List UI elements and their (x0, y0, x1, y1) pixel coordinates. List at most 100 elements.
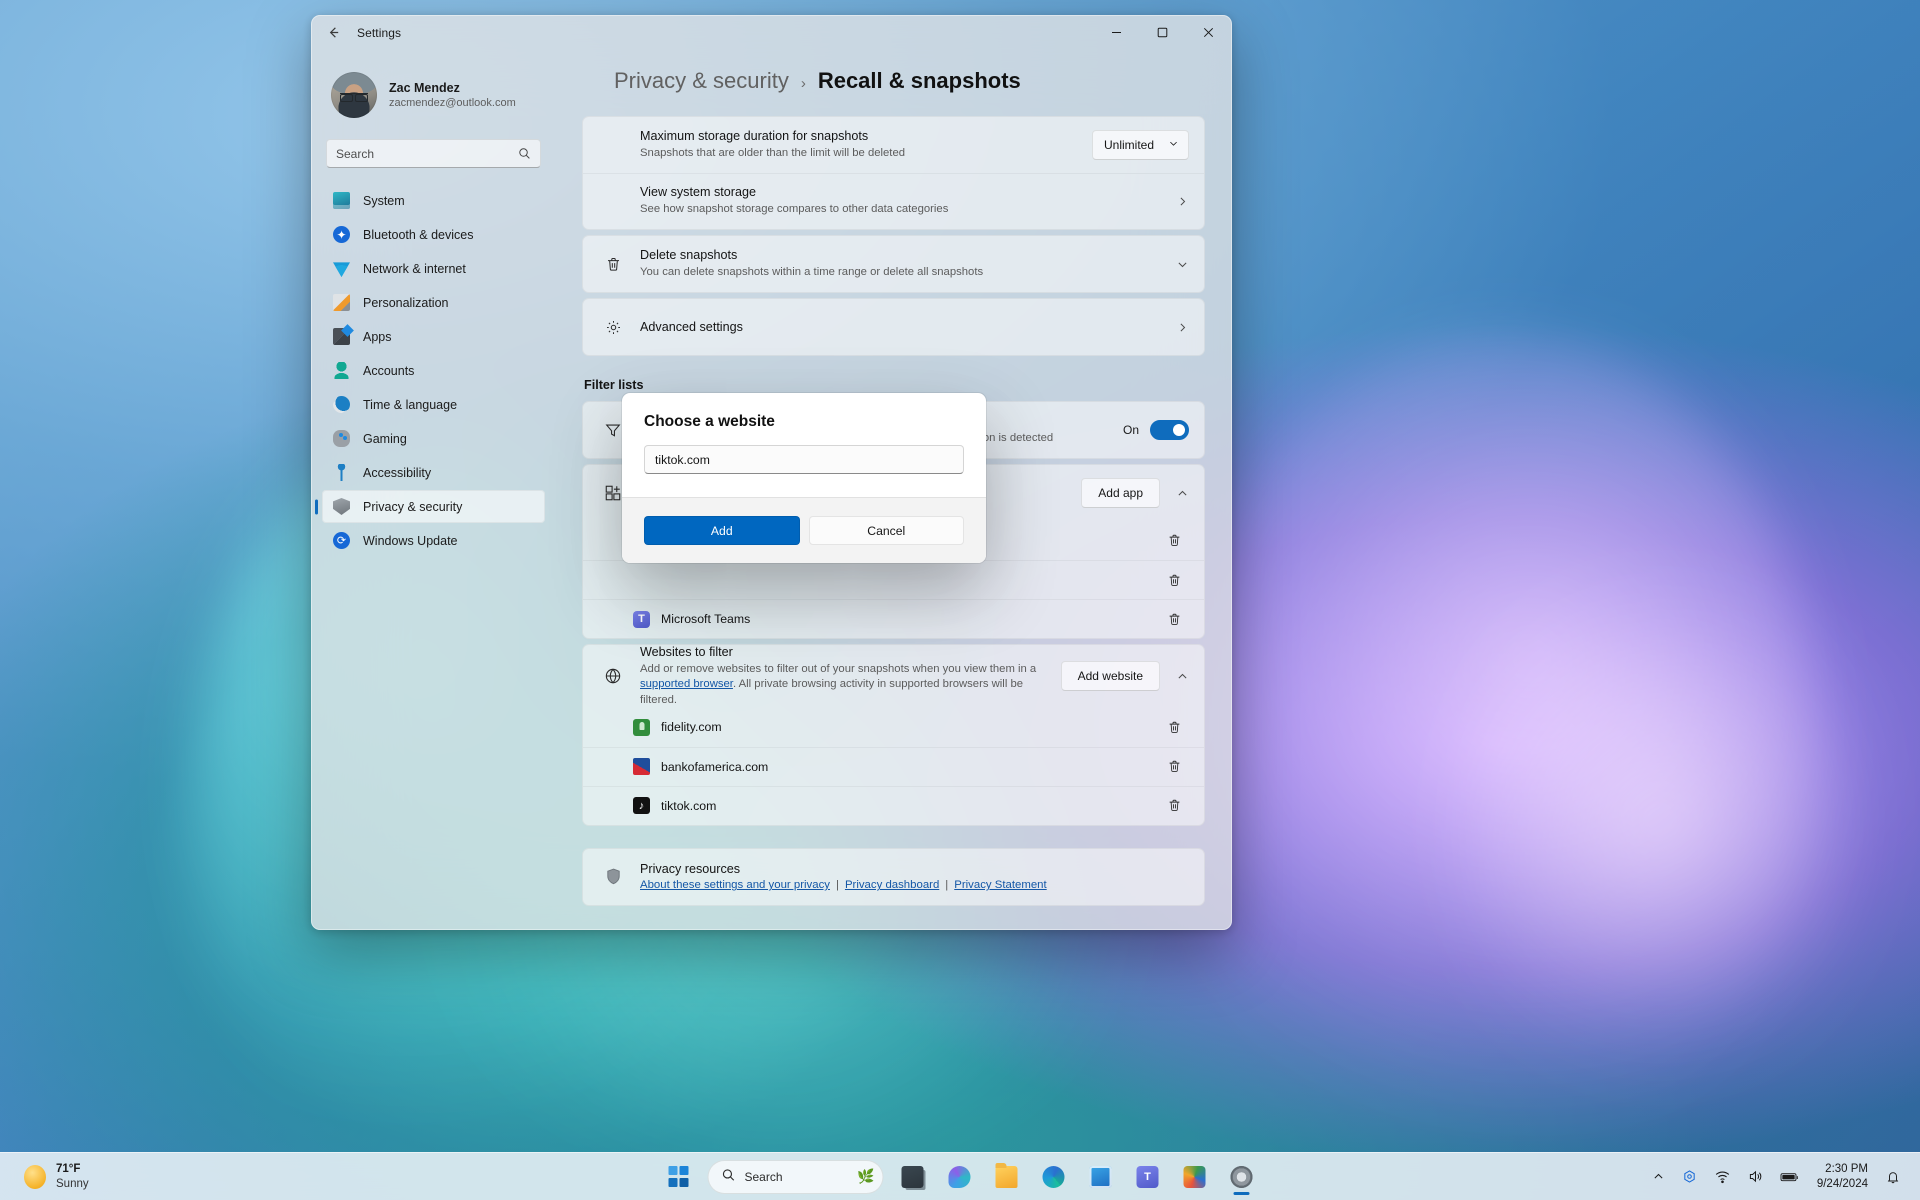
delete-website-button[interactable] (1159, 712, 1189, 742)
search-icon (518, 147, 531, 160)
settings-taskbar-button[interactable] (1221, 1157, 1263, 1197)
task-view-button[interactable] (892, 1157, 934, 1197)
add-website-button[interactable]: Add website (1060, 661, 1160, 692)
privacy-resources-links: About these settings and your privacy | … (640, 879, 1189, 891)
sidebar-item-personalization[interactable]: Personalization (322, 286, 545, 319)
chevron-up-icon[interactable] (1176, 670, 1189, 683)
row-title: View system storage (640, 185, 756, 200)
about-settings-privacy-link[interactable]: About these settings and your privacy (640, 879, 830, 891)
taskbar: 71°F Sunny Search 🌿 T 2:30 PM 9/24/2024 (0, 1152, 1920, 1200)
network-icon[interactable] (1707, 1157, 1738, 1197)
file-explorer-button[interactable] (986, 1157, 1028, 1197)
account-card[interactable]: Zac Mendez zacmendez@outlook.com (322, 61, 545, 123)
add-app-button[interactable]: Add app (1081, 478, 1160, 508)
edge-icon (1042, 1165, 1065, 1188)
delete-app-button[interactable] (1159, 526, 1189, 556)
start-icon (668, 1166, 689, 1187)
list-item[interactable]: fidelity.com (583, 708, 1204, 747)
clock-icon (333, 396, 350, 413)
view-system-storage-row[interactable]: View system storage See how snapshot sto… (583, 173, 1204, 229)
breadcrumb: Privacy & security › Recall & snapshots (581, 49, 1213, 116)
sidebar-item-gaming[interactable]: Gaming (322, 422, 545, 455)
website-input[interactable] (644, 445, 964, 474)
battery-icon[interactable] (1773, 1157, 1807, 1197)
settings-icon (1230, 1165, 1253, 1188)
privacy-resources-row: Privacy resources About these settings a… (583, 849, 1204, 905)
list-item-label: Microsoft Teams (661, 612, 751, 626)
cancel-button[interactable]: Cancel (808, 516, 964, 545)
advanced-settings-row[interactable]: Advanced settings (583, 299, 1204, 355)
sidebar-item-accessibility[interactable]: Accessibility (322, 456, 545, 489)
volume-icon[interactable] (1740, 1157, 1771, 1197)
sidebar-search-box[interactable] (326, 139, 541, 168)
row-title: Advanced settings (640, 320, 743, 334)
sidebar-item-accounts[interactable]: Accounts (322, 354, 545, 387)
delete-snapshots-row[interactable]: Delete snapshots You can delete snapshot… (583, 236, 1204, 292)
trash-icon (602, 256, 624, 273)
office-icon (1183, 1165, 1206, 1188)
copilot-button[interactable] (939, 1157, 981, 1197)
sidebar-item-time-language[interactable]: Time & language (322, 388, 545, 421)
max-storage-duration-dropdown[interactable]: Unlimited (1092, 130, 1189, 160)
notification-bell-icon[interactable] (1878, 1157, 1908, 1197)
sidebar-item-network-internet[interactable]: Network & internet (322, 252, 545, 285)
dialog-title: Choose a website (644, 413, 775, 430)
chevron-down-icon (1168, 138, 1179, 152)
account-email: zacmendez@outlook.com (389, 97, 516, 109)
close-button[interactable] (1185, 16, 1231, 49)
back-button[interactable] (318, 18, 348, 48)
sidebar-item-bluetooth-devices[interactable]: ✦ Bluetooth & devices (322, 218, 545, 251)
privacy-statement-link[interactable]: Privacy Statement (954, 879, 1046, 891)
sidebar-item-apps[interactable]: Apps (322, 320, 545, 353)
privacy-dashboard-link[interactable]: Privacy dashboard (845, 879, 939, 891)
list-item[interactable]: bankofamerica.com (583, 746, 1204, 786)
minimize-button[interactable] (1093, 16, 1139, 49)
shield-icon (602, 867, 624, 886)
list-item[interactable]: T Microsoft Teams (583, 599, 1204, 638)
maximize-button[interactable] (1139, 16, 1185, 49)
websites-to-filter-card: Websites to filter Add or remove website… (582, 644, 1205, 826)
list-item-label: tiktok.com (661, 798, 717, 813)
teams-button[interactable]: T (1127, 1157, 1169, 1197)
sidebar-item-windows-update[interactable]: ⟳ Windows Update (322, 524, 545, 557)
list-item[interactable]: ♪ tiktok.com (583, 785, 1204, 825)
onedrive-icon[interactable] (1674, 1157, 1705, 1197)
delete-website-button[interactable] (1159, 791, 1189, 821)
breadcrumb-parent[interactable]: Privacy & security (614, 68, 789, 94)
delete-app-button[interactable] (1159, 565, 1189, 595)
websites-to-filter-row[interactable]: Websites to filter Add or remove website… (583, 645, 1204, 708)
sidebar: Zac Mendez zacmendez@outlook.com System (312, 49, 555, 929)
show-hidden-icons-button[interactable] (1645, 1157, 1672, 1197)
clock-time: 2:30 PM (1825, 1163, 1868, 1176)
window-title: Settings (357, 25, 402, 40)
chevron-up-icon[interactable] (1176, 487, 1189, 500)
clock[interactable]: 2:30 PM 9/24/2024 (1809, 1157, 1876, 1197)
weather-widget[interactable]: 71°F Sunny (6, 1157, 101, 1197)
supported-browser-link[interactable]: supported browser (640, 678, 733, 690)
start-button[interactable] (658, 1157, 700, 1197)
weather-condition: Sunny (56, 1177, 89, 1190)
list-item-label: fidelity.com (661, 720, 722, 735)
delete-app-button[interactable] (1159, 604, 1189, 634)
microsoft-store-button[interactable] (1080, 1157, 1122, 1197)
edge-button[interactable] (1033, 1157, 1075, 1197)
sun-icon (24, 1164, 46, 1189)
sidebar-item-system[interactable]: System (322, 184, 545, 217)
office-button[interactable] (1174, 1157, 1216, 1197)
gamepad-icon (333, 430, 350, 447)
link-separator: | (835, 879, 839, 892)
list-item[interactable] (583, 560, 1204, 599)
list-item-label: bankofamerica.com (661, 759, 769, 774)
teams-icon: T (1136, 1165, 1159, 1188)
max-storage-duration-row[interactable]: Maximum storage duration for snapshots S… (583, 117, 1204, 173)
chevron-down-icon[interactable] (1176, 258, 1189, 271)
search-input[interactable] (336, 146, 518, 161)
accounts-person-icon (333, 362, 350, 379)
delete-website-button[interactable] (1159, 752, 1189, 782)
add-button[interactable]: Add (644, 516, 800, 545)
taskbar-search[interactable]: Search 🌿 (707, 1159, 884, 1194)
sidebar-item-label: Accounts (363, 363, 415, 378)
filter-sensitive-toggle[interactable] (1150, 420, 1189, 440)
sidebar-item-privacy-security[interactable]: Privacy & security (322, 490, 545, 523)
chevron-right-icon (1176, 321, 1189, 334)
